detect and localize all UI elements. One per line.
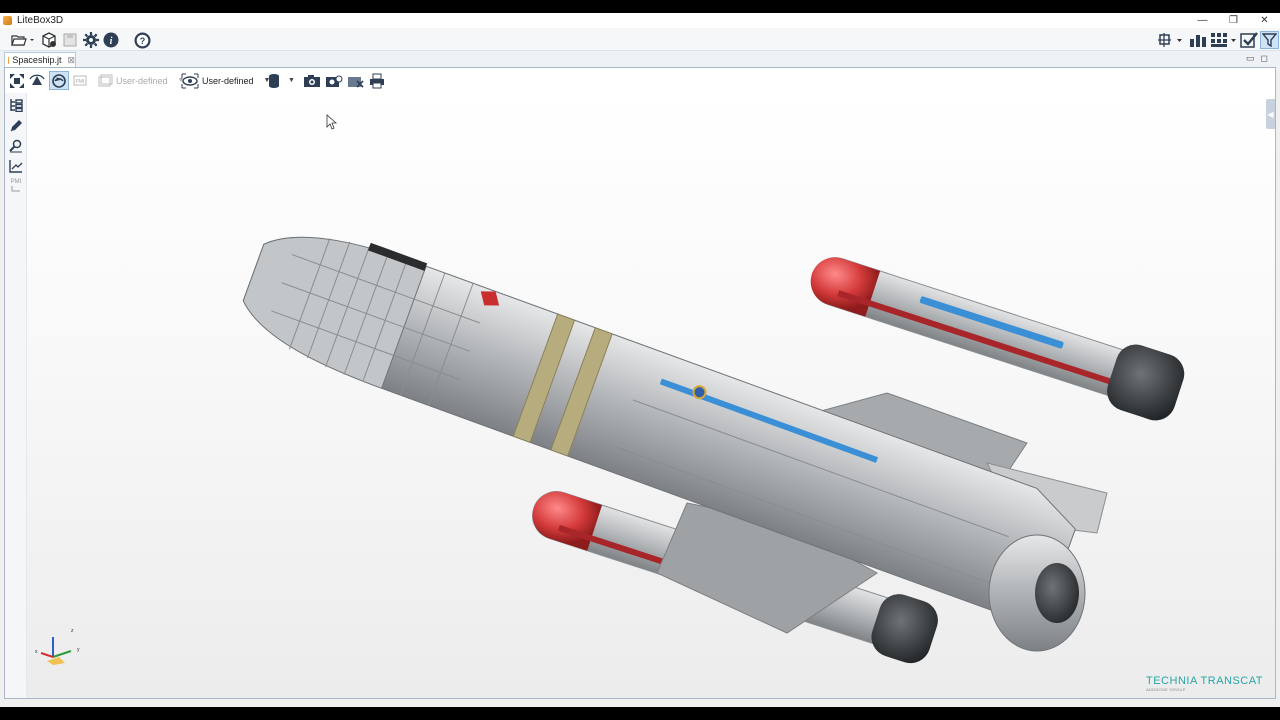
- package-icon[interactable]: [40, 31, 58, 49]
- jt-file-icon: [8, 56, 10, 64]
- maximize-view-icon[interactable]: ◻: [1261, 53, 1268, 64]
- svg-text:z: z: [71, 629, 74, 634]
- upper-booster-pod: [810, 257, 1185, 421]
- pmi-icon[interactable]: PMI: [8, 177, 24, 193]
- app-window: LiteBox3D — ❐ ✕ i ? Spaceship.jt ⊠ ▭ ◻ P…: [0, 13, 1280, 707]
- axis-triad: z y x: [33, 628, 83, 672]
- pmi-toolbar-label: PMI: [76, 79, 85, 85]
- viewer-toolbar: PMI User-defined ▼ User-defined ▼ ▼: [5, 68, 1275, 93]
- spaceship-model[interactable]: [27, 93, 1275, 698]
- layout-options-icon[interactable]: [1158, 31, 1184, 49]
- tab-spaceship[interactable]: Spaceship.jt ⊠: [4, 52, 76, 67]
- view-controls: ▭ ◻: [1246, 53, 1268, 64]
- document-tab-bar: Spaceship.jt ⊠ ▭ ◻: [0, 51, 1280, 67]
- restore-button[interactable]: ❐: [1218, 13, 1249, 28]
- title-bar: LiteBox3D — ❐ ✕: [0, 13, 1280, 28]
- mouse-cursor: [326, 114, 338, 130]
- filter-icon[interactable]: [1260, 31, 1279, 49]
- pen-icon[interactable]: [8, 118, 24, 134]
- open-folder-icon[interactable]: [10, 31, 36, 49]
- tab-close-icon[interactable]: ⊠: [67, 55, 75, 66]
- viewer-panel: PMI PMI User-defined ▼ User-defined ▼ ▼ …: [4, 67, 1276, 699]
- camera-icon[interactable]: [303, 72, 321, 89]
- info-icon[interactable]: i: [102, 31, 120, 49]
- brand-logo: TECHNIA TRANSCAT ADDNODE GROUP: [1146, 675, 1263, 692]
- panel-collapse-handle[interactable]: ◀: [1266, 99, 1275, 129]
- checkmark-icon[interactable]: [1240, 31, 1258, 49]
- screen: LiteBox3D — ❐ ✕ i ? Spaceship.jt ⊠ ▭ ◻ P…: [0, 0, 1280, 720]
- pmi-toggle[interactable]: PMI: [73, 72, 89, 89]
- saved-view-select-disabled: User-defined ▼: [97, 72, 184, 89]
- clear-screenshot-icon[interactable]: [347, 72, 365, 89]
- view-select[interactable]: User-defined ▼: [181, 72, 270, 89]
- measure-icon[interactable]: [8, 158, 24, 174]
- window-controls: — ❐ ✕: [1187, 13, 1280, 28]
- screenshot-settings-icon[interactable]: [325, 72, 343, 89]
- brand-name: TECHNIA TRANSCAT: [1146, 675, 1263, 687]
- search-icon[interactable]: [8, 138, 24, 154]
- saved-view-label-disabled: User-defined: [116, 75, 168, 86]
- main-toolbar: i ?: [0, 28, 1280, 51]
- svg-text:i: i: [110, 36, 113, 47]
- grid-view-icon[interactable]: [1210, 31, 1238, 49]
- rotate-view-icon[interactable]: [29, 72, 45, 89]
- save-icon[interactable]: [62, 31, 78, 49]
- brand-subtitle: ADDNODE GROUP: [1146, 687, 1186, 692]
- svg-text:?: ?: [139, 36, 145, 46]
- minimize-button[interactable]: —: [1187, 13, 1218, 28]
- window-title: LiteBox3D: [17, 15, 64, 26]
- app-logo-icon: [3, 16, 12, 25]
- help-icon[interactable]: ?: [133, 31, 151, 49]
- status-bar: [0, 701, 1280, 707]
- tab-label: Spaceship.jt: [12, 55, 62, 65]
- svg-text:x: x: [35, 649, 38, 655]
- settings-gear-icon[interactable]: [82, 31, 100, 49]
- minimize-view-icon[interactable]: ▭: [1246, 53, 1255, 64]
- orbit-view-icon[interactable]: [49, 71, 69, 90]
- side-toolbar: PMI: [5, 68, 27, 698]
- chevron-down-icon: ▼: [288, 77, 295, 84]
- 3d-viewport[interactable]: ◀ z y x TECHNIA TRANSCAT ADDNODE GROUP: [27, 93, 1275, 698]
- view-select-label: User-defined: [202, 75, 254, 86]
- structure-tree-icon[interactable]: [8, 97, 24, 113]
- print-icon[interactable]: [369, 72, 385, 89]
- close-button[interactable]: ✕: [1249, 13, 1280, 28]
- display-mode-select[interactable]: ▼: [267, 72, 295, 89]
- svg-text:y: y: [77, 647, 80, 653]
- fit-all-icon[interactable]: [9, 72, 25, 89]
- bar-chart-icon[interactable]: [1188, 31, 1208, 49]
